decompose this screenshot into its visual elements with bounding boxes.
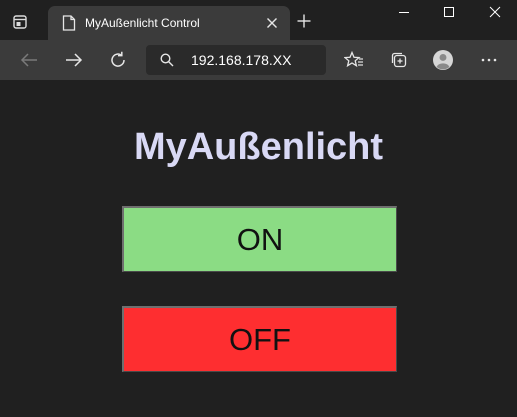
tab-active[interactable]: MyAußenlicht Control <box>48 6 290 40</box>
page-content: MyAußenlicht ON OFF <box>0 80 517 417</box>
page-title: MyAußenlicht <box>133 126 384 168</box>
maximize-icon[interactable] <box>441 4 457 20</box>
more-ellipsis-icon[interactable] <box>479 50 499 70</box>
page-icon <box>62 15 76 31</box>
profile-avatar-icon[interactable] <box>433 50 453 70</box>
close-icon[interactable] <box>487 4 503 20</box>
title-bar: MyAußenlicht Control <box>0 0 517 40</box>
tab-actions-icon[interactable] <box>12 14 28 30</box>
search-icon <box>160 53 174 67</box>
address-bar[interactable]: 192.168.178.XX <box>146 45 326 75</box>
off-button-label: OFF <box>229 321 291 357</box>
plus-icon[interactable] <box>297 14 311 28</box>
minimize-icon[interactable] <box>396 4 412 20</box>
close-icon[interactable] <box>266 17 278 29</box>
collections-icon[interactable] <box>389 50 409 70</box>
forward-arrow-icon[interactable] <box>64 50 84 70</box>
refresh-icon[interactable] <box>108 50 128 70</box>
browser-toolbar: 192.168.178.XX <box>0 40 517 80</box>
on-button-label: ON <box>236 221 284 257</box>
back-arrow-icon[interactable] <box>19 50 39 70</box>
favorites-star-icon[interactable] <box>344 50 364 70</box>
on-button[interactable]: ON <box>122 206 397 272</box>
address-url[interactable]: 192.168.178.XX <box>191 52 291 68</box>
tab-title: MyAußenlicht Control <box>85 16 200 30</box>
off-button[interactable]: OFF <box>122 306 397 372</box>
browser-window: MyAußenlicht Control 192.168.178.XX MyAu… <box>0 0 517 417</box>
